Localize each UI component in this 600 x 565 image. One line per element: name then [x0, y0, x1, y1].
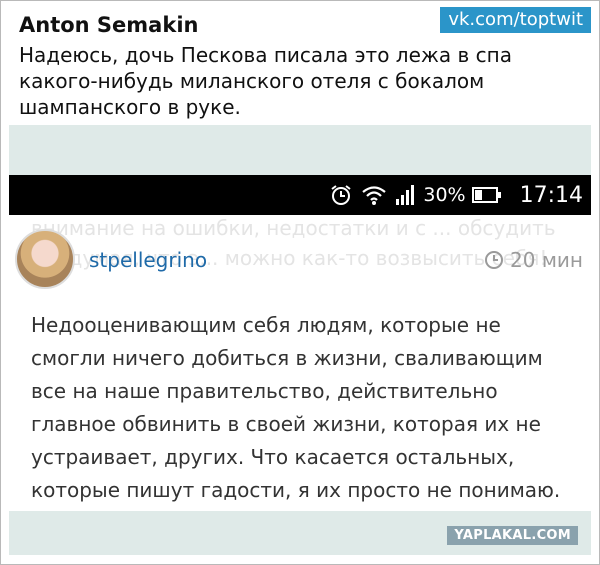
tweet-text: Надеюсь, дочь Пескова писала это лежа в … — [19, 43, 512, 119]
battery-percent: 30% — [423, 184, 466, 206]
avatar[interactable] — [15, 229, 75, 289]
yaplakal-watermark: YAPLAKAL.COM — [447, 526, 578, 545]
wifi-icon — [361, 184, 387, 206]
toptwit-watermark: vk.com/toptwit — [440, 7, 591, 33]
comment-card: внимание на ошибки, недостатки и с ... о… — [9, 215, 591, 511]
alarm-icon — [329, 183, 353, 207]
status-clock: 17:14 — [519, 182, 583, 208]
battery-icon — [471, 186, 502, 204]
comment-username[interactable]: stpellegrino — [89, 248, 207, 272]
comment-time-label: 20 мин — [510, 248, 583, 272]
clock-icon — [485, 251, 504, 269]
phone-status-bar: 30% 17:14 — [9, 175, 591, 215]
signal-icon — [395, 184, 415, 206]
tweet-author[interactable]: Anton Semakin — [19, 13, 198, 37]
comment-text: Недооценивающим себя людям, которые не с… — [31, 313, 561, 502]
divider-band — [9, 125, 591, 175]
comment-time: 20 мин — [484, 248, 583, 272]
